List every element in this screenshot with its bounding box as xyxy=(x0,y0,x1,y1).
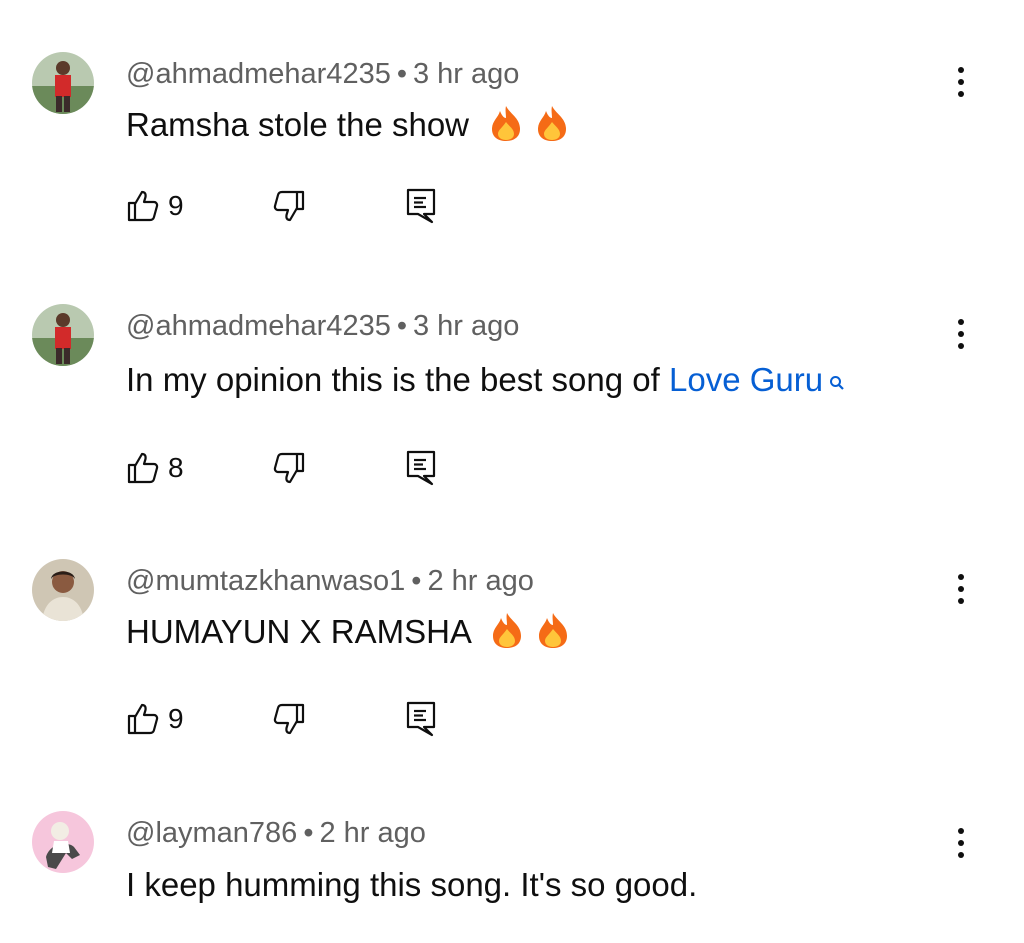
fire-emoji xyxy=(488,104,524,151)
comment-meta: @ahmadmehar4235 • 3 hr ago xyxy=(126,308,519,344)
fire-emoji xyxy=(535,611,571,658)
more-vert-icon xyxy=(958,574,964,580)
dislike-button[interactable] xyxy=(272,448,306,488)
comment-text: Ramsha stole the show xyxy=(126,104,570,151)
comment-body: Ramsha stole the show xyxy=(126,106,470,144)
dislike-button[interactable] xyxy=(272,186,306,226)
like-count: 9 xyxy=(168,190,184,221)
more-options-button[interactable] xyxy=(946,62,976,102)
fire-emoji xyxy=(534,104,570,151)
thumbs-down-icon xyxy=(273,703,305,735)
reply-icon xyxy=(406,450,436,486)
comment-author[interactable]: @layman786 xyxy=(126,817,297,849)
meta-separator: • xyxy=(396,310,407,342)
more-options-button[interactable] xyxy=(946,569,976,609)
comment-author[interactable]: @mumtazkhanwaso1 xyxy=(126,565,405,597)
meta-separator: • xyxy=(396,58,407,90)
reply-button[interactable] xyxy=(404,448,438,488)
comment-time[interactable]: 3 hr ago xyxy=(413,58,519,90)
more-vert-icon xyxy=(958,319,964,325)
comment-text: In my opinion this is the best song of L… xyxy=(126,360,845,402)
like-button[interactable]: 9 xyxy=(126,699,184,739)
thumbs-up-icon xyxy=(127,190,159,222)
comment-time[interactable]: 2 hr ago xyxy=(427,565,533,597)
more-options-button[interactable] xyxy=(946,823,976,863)
like-button[interactable]: 8 xyxy=(126,448,184,488)
meta-separator: • xyxy=(411,565,422,597)
reply-icon xyxy=(406,701,436,737)
fire-emoji xyxy=(489,611,525,658)
comment-text: HUMAYUN X RAMSHA xyxy=(126,611,571,658)
comment-text: I keep humming this song. It's so good. xyxy=(126,865,697,905)
avatar[interactable] xyxy=(32,304,94,366)
more-options-button[interactable] xyxy=(946,314,976,354)
reply-icon xyxy=(406,188,436,224)
thumbs-down-icon xyxy=(273,452,305,484)
reply-button[interactable] xyxy=(404,186,438,226)
avatar[interactable] xyxy=(32,52,94,114)
search-icon xyxy=(829,362,845,402)
search-link[interactable]: Love Guru xyxy=(669,361,823,398)
more-vert-icon xyxy=(958,828,964,834)
comment-meta: @mumtazkhanwaso1 • 2 hr ago xyxy=(126,563,534,599)
avatar[interactable] xyxy=(32,811,94,873)
like-button[interactable]: 9 xyxy=(126,186,184,226)
more-vert-icon xyxy=(958,67,964,73)
comment-time[interactable]: 3 hr ago xyxy=(413,310,519,342)
comment-author[interactable]: @ahmadmehar4235 xyxy=(126,310,391,342)
thumbs-down-icon xyxy=(273,190,305,222)
comment-time[interactable]: 2 hr ago xyxy=(319,817,425,849)
comment-body: In my opinion this is the best song of xyxy=(126,361,669,398)
comment-meta: @ahmadmehar4235 • 3 hr ago xyxy=(126,56,519,92)
thumbs-up-icon xyxy=(127,452,159,484)
dislike-button[interactable] xyxy=(272,699,306,739)
comment-meta: @layman786 • 2 hr ago xyxy=(126,815,426,851)
avatar[interactable] xyxy=(32,559,94,621)
comment-body: HUMAYUN X RAMSHA xyxy=(126,613,471,651)
reply-button[interactable] xyxy=(404,699,438,739)
comment-body: I keep humming this song. It's so good. xyxy=(126,866,698,903)
meta-separator: • xyxy=(303,817,314,849)
thumbs-up-icon xyxy=(127,703,159,735)
like-count: 8 xyxy=(168,452,184,483)
comment-author[interactable]: @ahmadmehar4235 xyxy=(126,58,391,90)
like-count: 9 xyxy=(168,703,184,734)
